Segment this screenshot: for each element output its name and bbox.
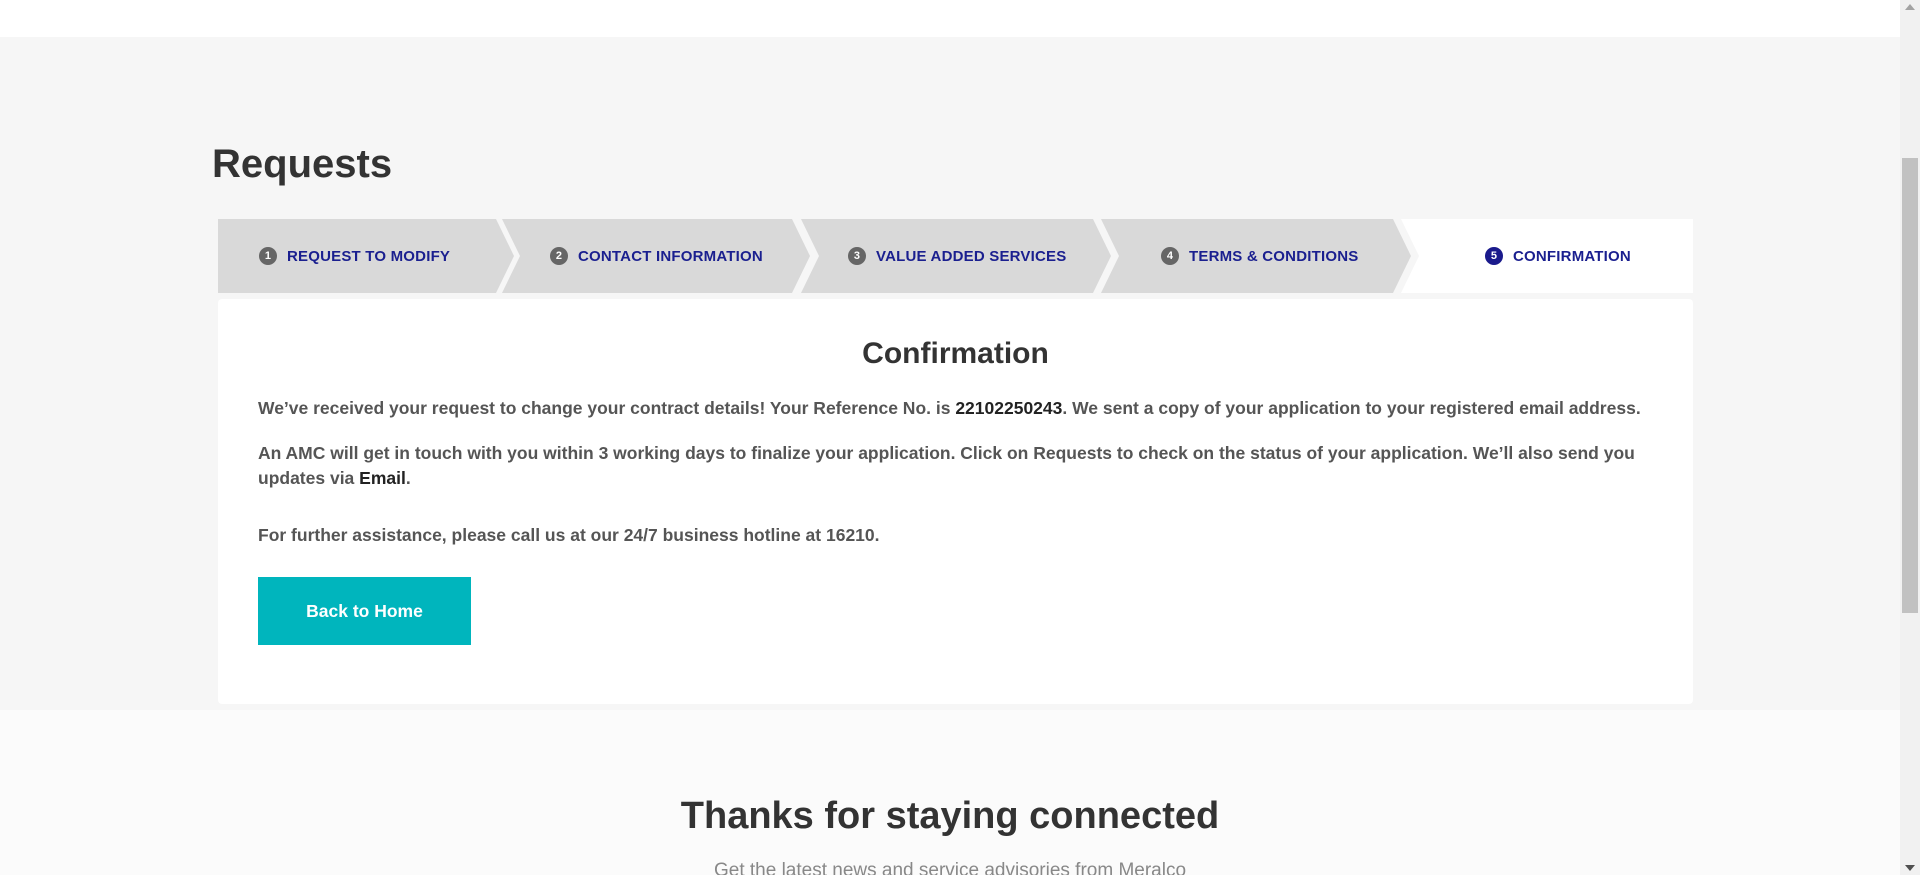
step-label: REQUEST TO MODIFY	[287, 247, 451, 265]
vertical-scrollbar[interactable]	[1900, 0, 1920, 875]
step-request-to-modify: 1 REQUEST TO MODIFY	[218, 219, 518, 293]
step-confirmation: 5 CONFIRMATION	[1401, 219, 1693, 293]
progress-stepper: 1 REQUEST TO MODIFY 2 CONTACT INFORMATIO…	[218, 219, 1693, 293]
scrollbar-thumb[interactable]	[1902, 158, 1918, 613]
footer-subtitle: Get the latest news and service advisori…	[713, 860, 1187, 875]
step-number-badge: 3	[848, 247, 866, 265]
step-label: TERMS & CONDITIONS	[1189, 247, 1359, 265]
confirmation-title: Confirmation	[862, 337, 1049, 370]
page-title: Requests	[212, 142, 393, 186]
scroll-up-arrow-icon[interactable]	[1905, 4, 1915, 10]
top-header-bar	[0, 0, 1900, 37]
reference-number: 22102250243	[955, 398, 1063, 418]
update-channel: Email	[359, 468, 406, 488]
footer-section: Thanks for staying connected Get the lat…	[0, 710, 1900, 875]
footer-title: Thanks for staying connected	[680, 795, 1220, 837]
step-number-badge: 5	[1485, 247, 1503, 265]
message-text: . We sent a copy of your application to …	[1062, 398, 1641, 418]
step-number-badge: 4	[1161, 247, 1179, 265]
hotline-message: For further assistance, please call us a…	[258, 525, 880, 545]
confirmation-message: We’ve received your request to change yo…	[258, 396, 1658, 421]
step-terms-and-conditions: 4 TERMS & CONDITIONS	[1101, 219, 1411, 293]
step-contact-information: 2 CONTACT INFORMATION	[502, 219, 812, 293]
message-text: We’ve received your request to change yo…	[258, 398, 956, 418]
back-to-home-button[interactable]: Back to Home	[258, 577, 471, 645]
confirmation-card: Confirmation We’ve received your request…	[218, 299, 1693, 704]
step-value-added-services: 3 VALUE ADDED SERVICES	[801, 219, 1111, 293]
step-number-badge: 1	[259, 247, 277, 265]
step-label: VALUE ADDED SERVICES	[876, 247, 1067, 265]
step-number-badge: 2	[550, 247, 568, 265]
step-label: CONTACT INFORMATION	[578, 247, 763, 265]
message-text: .	[405, 468, 411, 488]
scroll-down-arrow-icon[interactable]	[1905, 865, 1915, 871]
message-text: An AMC will get in touch with you within…	[258, 443, 1635, 488]
follow-up-message: An AMC will get in touch with you within…	[258, 441, 1658, 491]
step-label: CONFIRMATION	[1513, 247, 1631, 265]
